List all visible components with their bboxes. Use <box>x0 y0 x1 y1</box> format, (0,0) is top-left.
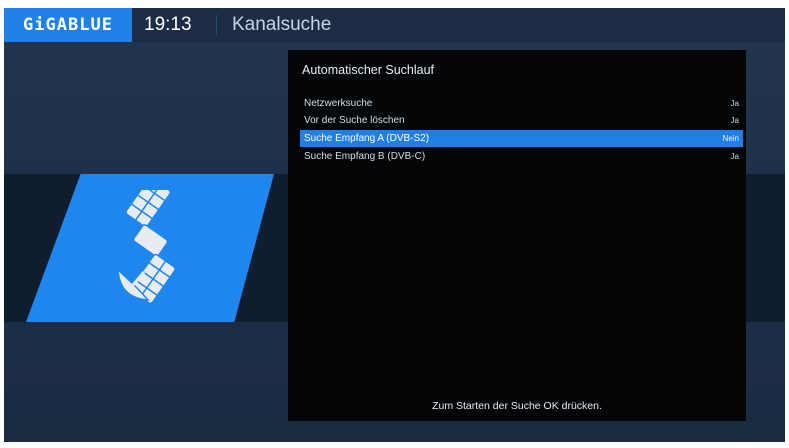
menu-item-label: Suche Empfang B (DVB-C) <box>304 151 426 162</box>
page-title: Kanalsuche <box>232 14 332 35</box>
top-bar: GiGABLUE 19:13 Kanalsuche <box>4 8 785 42</box>
menu-item-value: Nein <box>722 134 739 143</box>
menu-item-suche-empfang-a[interactable]: Suche Empfang A (DVB-S2) Nein <box>300 130 743 147</box>
tv-screen: GiGABLUE 19:13 Kanalsuche Automatischer … <box>4 8 785 442</box>
clock: 19:13 <box>144 14 192 35</box>
menu-title: Automatischer Suchlauf <box>302 63 435 77</box>
menu-item-label: Netzwerksuche <box>304 98 373 109</box>
header-divider <box>216 15 217 35</box>
menu-item-vor-der-suche-loeschen[interactable]: Vor der Suche löschen Ja <box>300 112 743 129</box>
menu-item-suche-empfang-b[interactable]: Suche Empfang B (DVB-C) Ja <box>300 148 743 165</box>
brand-logo: GiGABLUE <box>4 8 132 42</box>
start-search-hint: Zum Starten der Suche OK drücken. <box>432 400 602 412</box>
satellite-icon <box>117 190 176 304</box>
menu-item-label: Vor der Suche löschen <box>304 115 405 126</box>
menu-item-value: Ja <box>730 99 739 108</box>
auto-search-menu: Automatischer Suchlauf Netzwerksuche Ja … <box>288 50 746 421</box>
menu-item-value: Ja <box>730 152 739 161</box>
menu-item-label: Suche Empfang A (DVB-S2) <box>304 133 430 144</box>
menu-item-value: Ja <box>730 116 739 125</box>
menu-item-netzwerksuche[interactable]: Netzwerksuche Ja <box>300 95 743 112</box>
